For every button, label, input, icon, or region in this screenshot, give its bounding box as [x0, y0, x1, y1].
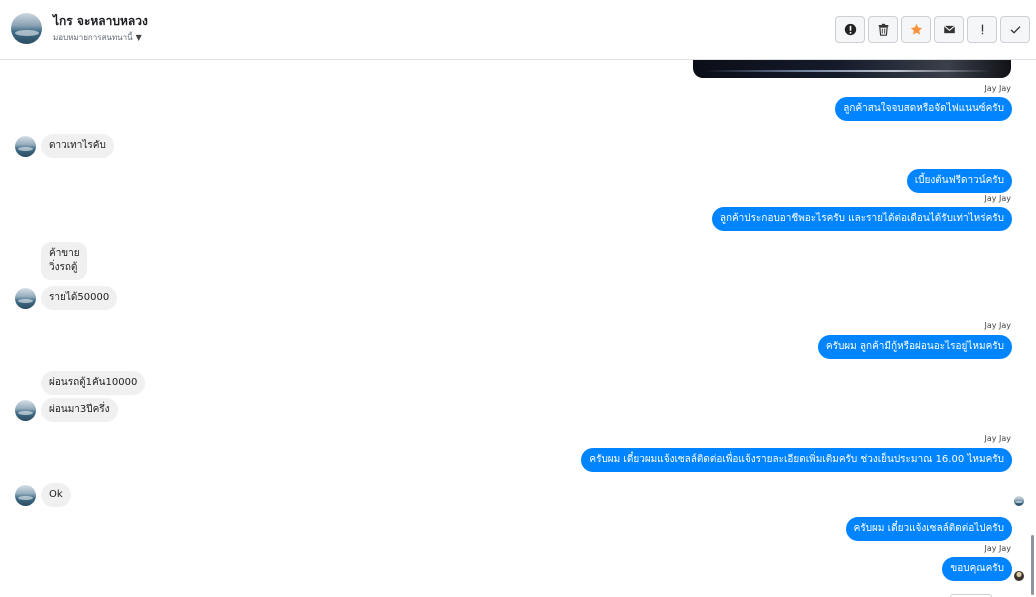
important-button[interactable] — [967, 16, 997, 43]
contact-avatar[interactable] — [11, 13, 42, 44]
envelope-icon — [943, 25, 955, 34]
message-thread[interactable]: Jay Jay ลูกค้าสนใจจบสดหรือจัดไฟแนนซ์ครับ… — [0, 60, 1036, 597]
contact-avatar — [15, 136, 36, 157]
trash-icon — [878, 23, 888, 36]
outgoing-message[interactable]: ขอบคุณครับ — [942, 557, 1012, 581]
contact-avatar — [15, 400, 36, 421]
incoming-message[interactable]: ค้าขาย วิ่งรถตู้ — [41, 242, 87, 280]
sender-name: Jay Jay — [984, 84, 1011, 93]
alert-circle-icon — [844, 23, 856, 36]
incoming-message[interactable]: ผ่อนมา3ปีครึ่ง — [41, 398, 118, 422]
outgoing-message[interactable]: ครับผม ลูกค้ามีกู้หรือผ่อนอะไรอยู่ไหมครั… — [817, 335, 1012, 359]
assign-label: มอบหมายการสนทนานี้ — [53, 33, 133, 42]
incoming-message[interactable]: Ok — [41, 483, 71, 507]
checkmark-icon — [1010, 26, 1020, 34]
exclamation-icon — [981, 24, 983, 35]
contact-avatar — [15, 485, 36, 506]
star-icon — [910, 23, 922, 35]
incoming-message[interactable]: รายได้50000 — [41, 286, 118, 310]
sender-name: Jay Jay — [984, 434, 1011, 443]
sender-name: Jay Jay — [984, 544, 1011, 553]
incoming-message[interactable]: ผ่อนรถตู้1คัน10000 — [41, 371, 146, 395]
mail-button[interactable] — [934, 16, 964, 43]
image-attachment[interactable] — [693, 60, 1011, 78]
outgoing-message[interactable]: ลูกค้าประกอบอาชีพอะไรครับ และรายได้ต่อเด… — [711, 207, 1012, 231]
delete-button[interactable] — [868, 16, 898, 43]
seen-avatar — [1014, 571, 1024, 581]
contact-name[interactable]: ไกร จะหลาบหลวง — [53, 12, 148, 31]
sender-name: Jay Jay — [984, 194, 1011, 203]
conversation-header: ไกร จะหลาบหลวง มอบหมายการสนทนานี้ ▼ — [0, 0, 1036, 60]
outgoing-message[interactable]: เบี้ยงต้นฟรีดาวน์ครับ — [906, 169, 1012, 193]
thread-scrollbar[interactable] — [1031, 535, 1034, 595]
done-button[interactable] — [1000, 16, 1030, 43]
contact-avatar — [15, 288, 36, 309]
conversation-toolbar — [835, 16, 1030, 43]
caret-down-icon: ▼ — [135, 33, 142, 42]
alert-button[interactable] — [835, 16, 865, 43]
sender-name: Jay Jay — [984, 321, 1011, 330]
outgoing-message[interactable]: ลูกค้าสนใจจบสดหรือจัดไฟแนนซ์ครับ — [835, 97, 1012, 121]
seen-avatar — [1014, 496, 1024, 506]
outgoing-message[interactable]: ครับผม เดี๋ยวแจ้งเซลล์ติดต่อไปครับ — [845, 517, 1012, 541]
assign-conversation-dropdown[interactable]: มอบหมายการสนทนานี้ ▼ — [53, 31, 142, 44]
incoming-message[interactable]: ดาวเทาไรคับ — [41, 134, 114, 158]
outgoing-message[interactable]: ครับผม เดี๋ยวผมแจ้งเซลล์ติดต่อเพื่อแจ้งร… — [581, 448, 1012, 472]
star-button[interactable] — [901, 16, 931, 43]
